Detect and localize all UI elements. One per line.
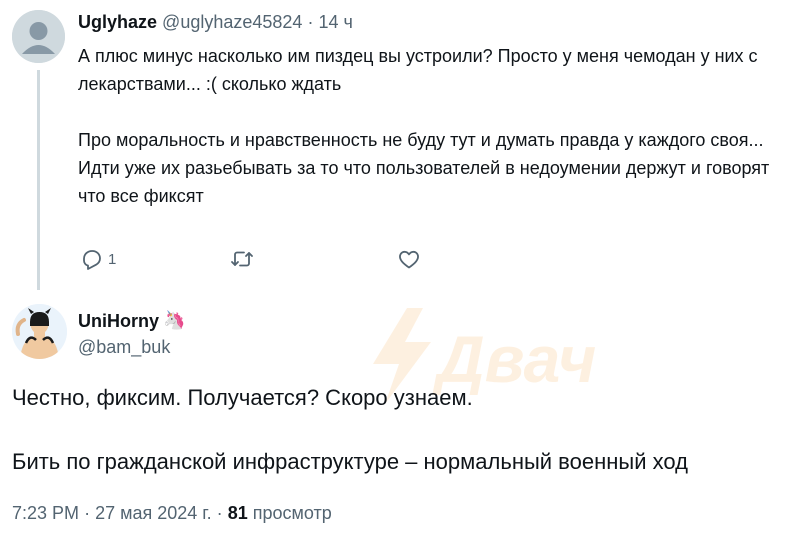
separator: · [307, 12, 314, 32]
default-avatar-icon [12, 10, 65, 63]
tweet-paragraph: Бить по гражданской инфраструктуре – нор… [12, 449, 688, 474]
like-icon [399, 250, 419, 269]
tweet-meta: 7:23 PM · 27 мая 2024 г. · 81 просмотр [12, 500, 332, 526]
display-name[interactable]: UniHorny 🦄 [78, 309, 185, 333]
display-name[interactable]: Uglyhaze [78, 12, 157, 32]
reply-icon [83, 250, 101, 270]
tweet-date[interactable]: 27 мая 2024 г. [95, 503, 212, 523]
views-label: просмотр [252, 503, 332, 523]
handle[interactable]: @uglyhaze45824 [162, 12, 302, 32]
tweet-paragraph: Про моральность и нравственность не буду… [78, 130, 764, 150]
profile-picture-icon [12, 304, 67, 359]
timestamp[interactable]: 14 ч [318, 12, 352, 32]
tweet-text: А плюс минус насколько им пиздец вы устр… [78, 42, 788, 210]
reply-button[interactable]: 1 [80, 247, 116, 271]
thread-line [37, 70, 40, 290]
separator: · [216, 503, 223, 523]
display-name-text: UniHorny [78, 311, 159, 331]
tweet-paragraph: Честно, фиксим. Получается? Скоро узнаем… [12, 385, 473, 410]
tweet-text: Честно, фиксим. Получается? Скоро узнаем… [12, 382, 792, 478]
like-button[interactable] [397, 247, 425, 271]
retweet-icon [231, 251, 253, 267]
separator: · [84, 503, 91, 523]
unicorn-emoji: 🦄 [163, 310, 186, 331]
reply-count: 1 [108, 250, 117, 268]
handle[interactable]: @bam_buk [78, 335, 170, 359]
avatar-unihorny[interactable] [12, 304, 67, 359]
tweet-paragraph: А плюс минус насколько им пиздец вы устр… [78, 46, 758, 94]
retweet-button[interactable] [230, 247, 258, 271]
tweet-header: Uglyhaze @uglyhaze45824 · 14 ч [78, 10, 353, 34]
tweet-paragraph: Идти уже их разьебывать за то что пользо… [78, 158, 770, 206]
views-count: 81 [227, 503, 248, 523]
tweet-actions: 1 [80, 247, 440, 273]
tweet-time[interactable]: 7:23 PM [12, 503, 79, 523]
avatar-uglyhaze[interactable] [12, 10, 65, 63]
